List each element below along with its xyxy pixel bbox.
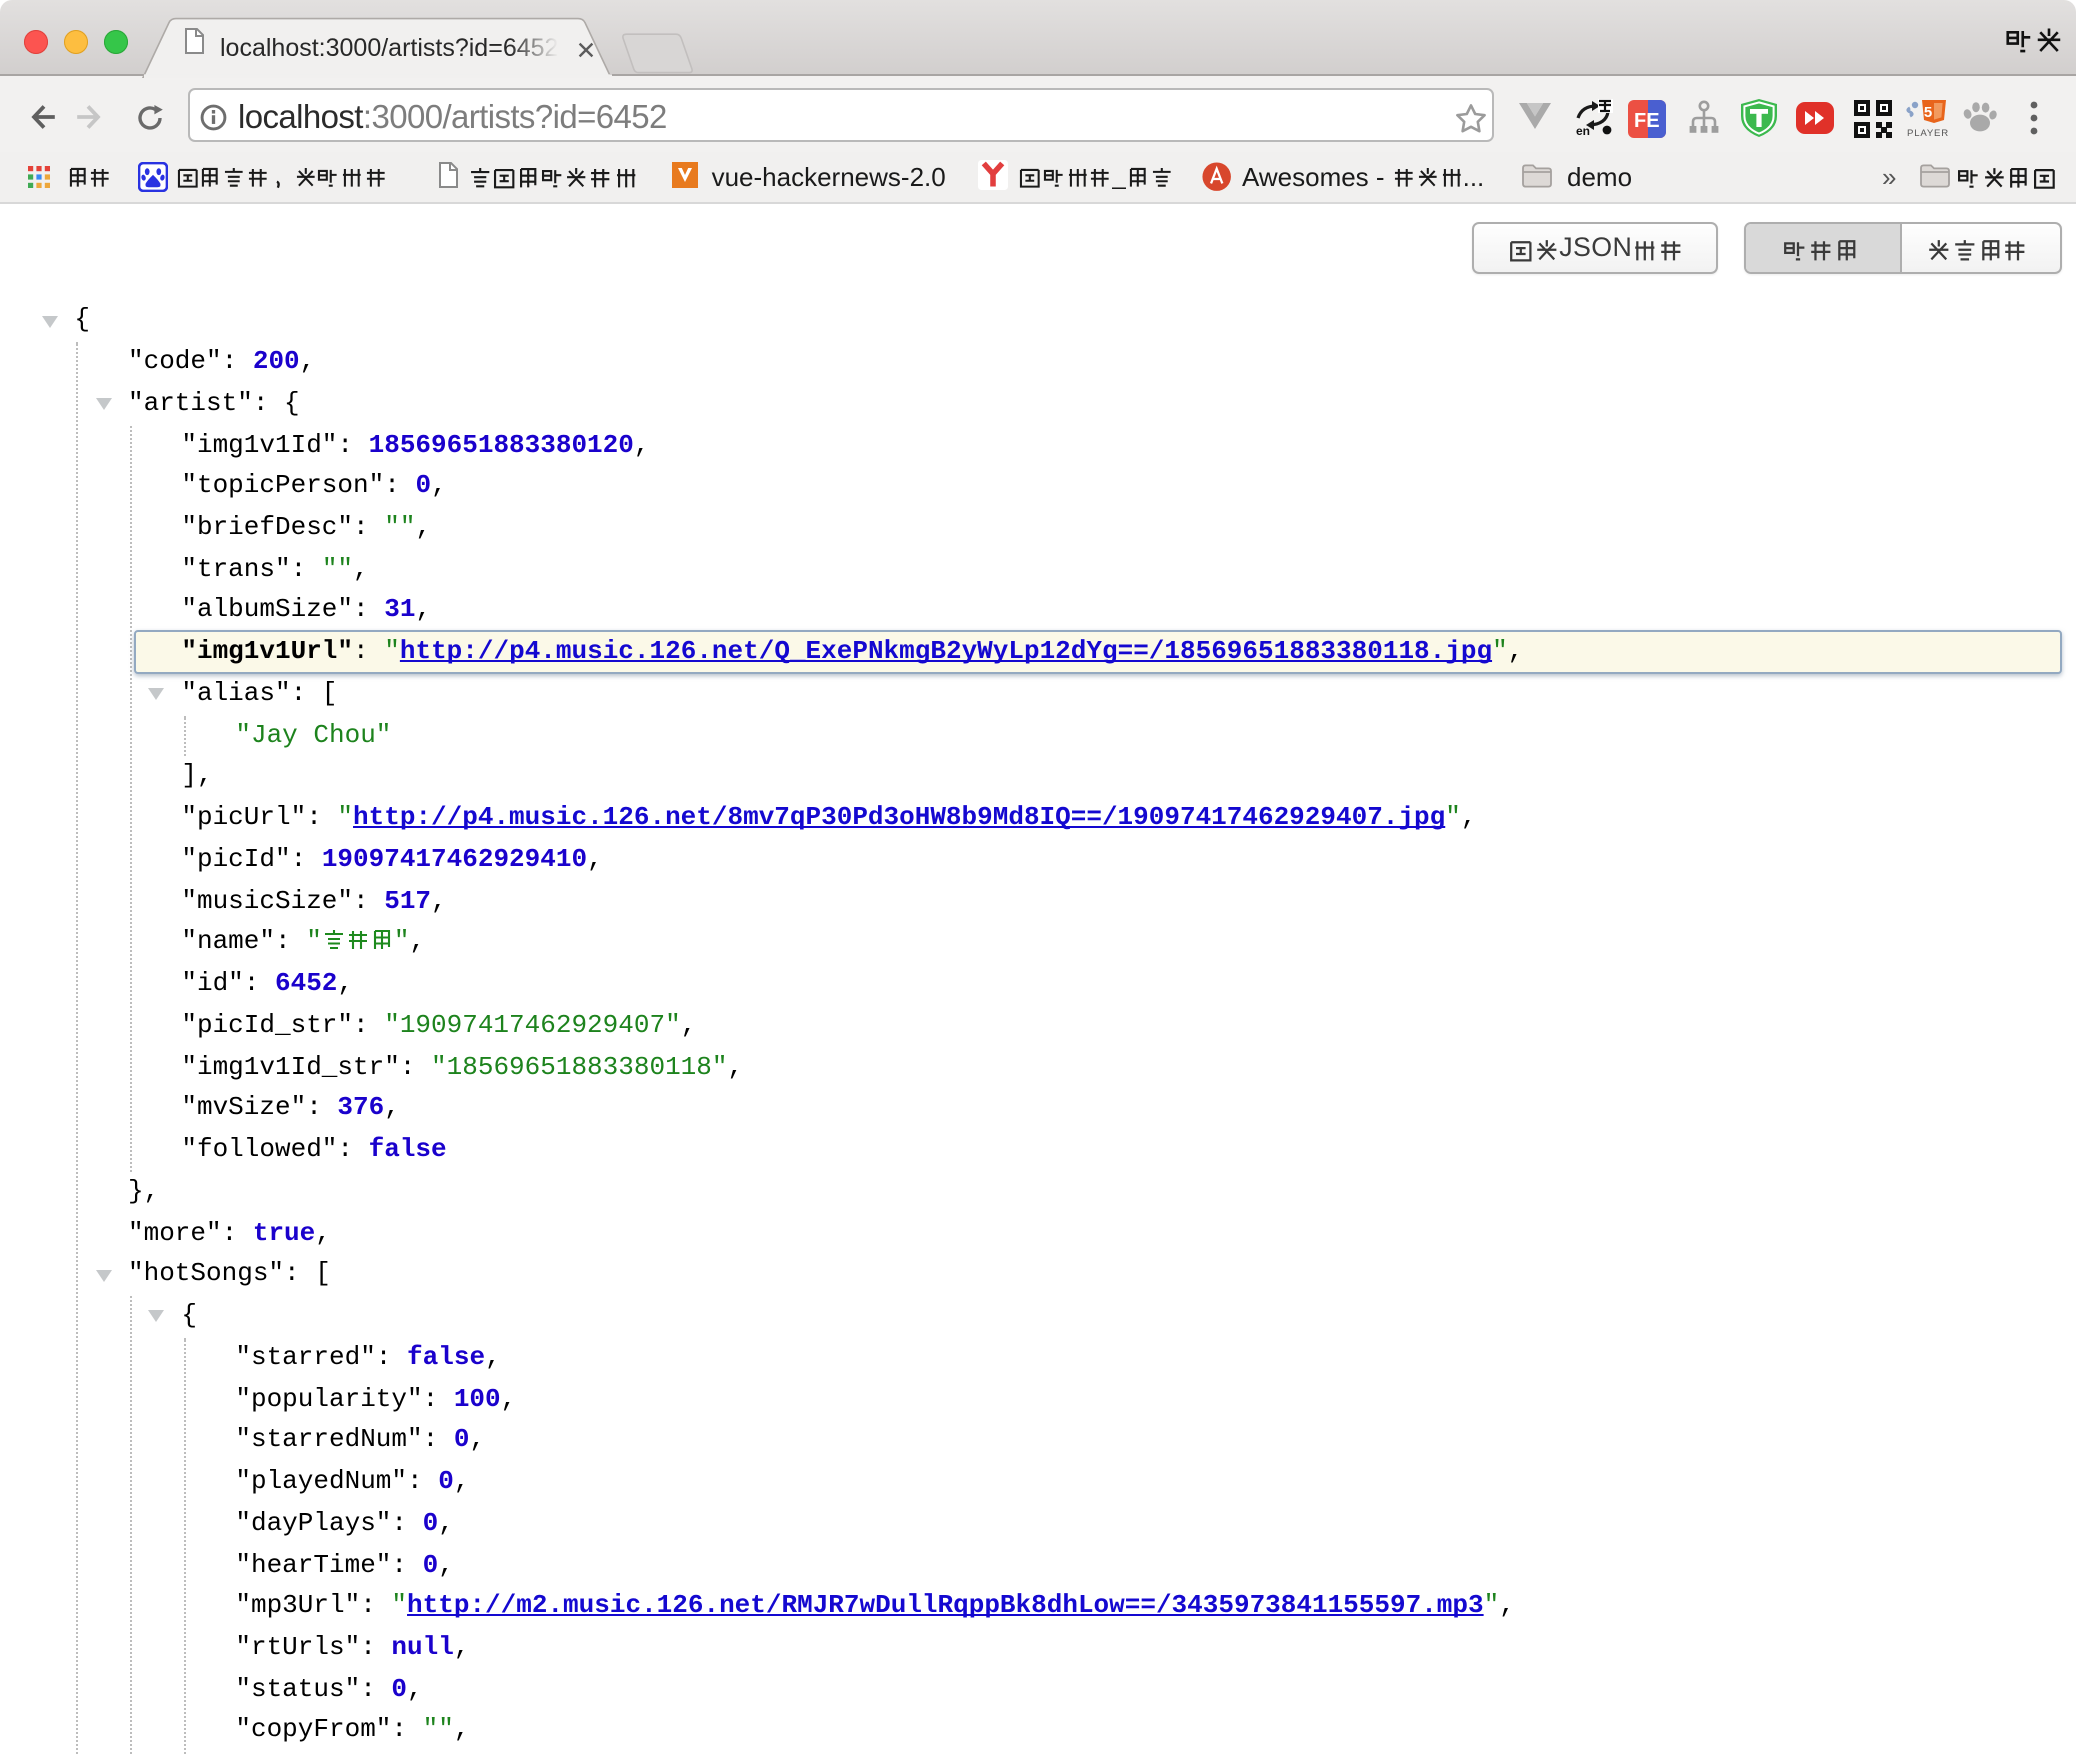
- svg-text:FE: FE: [1634, 109, 1660, 131]
- svg-text:en: en: [1576, 124, 1590, 138]
- svg-text:5: 5: [1924, 104, 1932, 121]
- svg-text:PLAYER: PLAYER: [1907, 128, 1949, 138]
